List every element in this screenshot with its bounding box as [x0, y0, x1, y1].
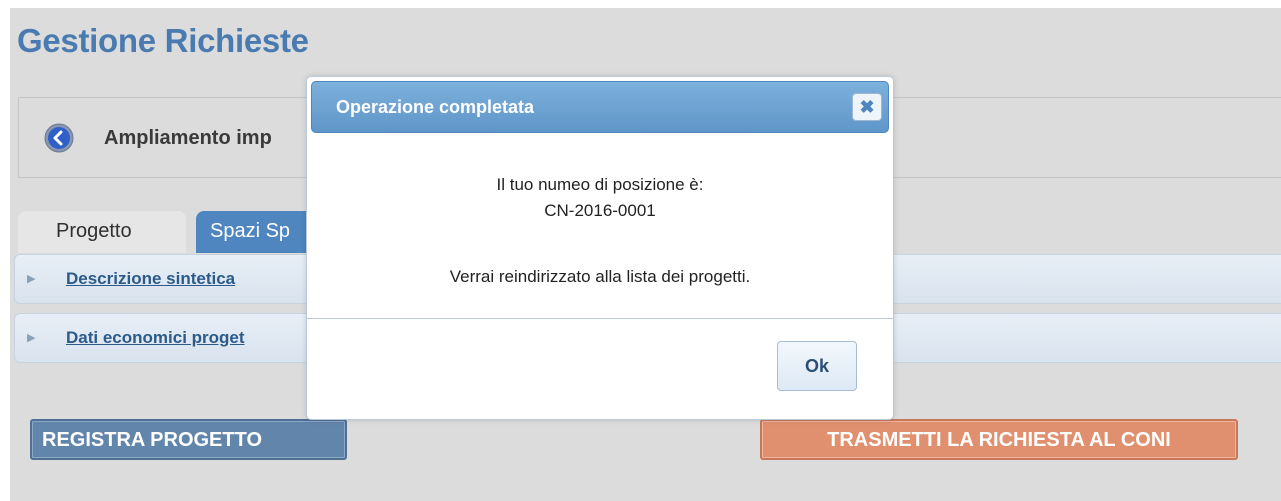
section-link-descrizione[interactable]: Descrizione sintetica	[66, 269, 235, 289]
page-title: Gestione Richieste	[17, 22, 309, 59]
tab-label: Progetto	[56, 220, 132, 242]
dialog-title: Operazione completata	[336, 97, 535, 117]
tab-progetto[interactable]: Progetto	[18, 211, 186, 253]
close-icon[interactable]: ✖	[852, 93, 882, 121]
dialog-titlebar[interactable]: Operazione completata ✖	[311, 81, 889, 133]
confirmation-dialog: Operazione completata ✖ Il tuo numeo di …	[306, 76, 894, 420]
dialog-divider	[307, 318, 893, 319]
trasmetti-richiesta-button[interactable]: TRASMETTI LA RICHIESTA AL CONI	[760, 419, 1238, 460]
redirect-message: Verrai reindirizzato alla lista dei prog…	[449, 267, 751, 286]
triangle-right-icon: ▶	[27, 273, 36, 285]
position-number: CN-2016-0001	[544, 201, 656, 220]
section-link-dati-economici[interactable]: Dati economici proget	[66, 328, 245, 348]
project-name: Ampliamento imp	[104, 127, 272, 149]
registra-progetto-button[interactable]: REGISTRA PROGETTO	[30, 419, 347, 460]
triangle-right-icon: ▶	[27, 332, 36, 344]
tab-label: Spazi Sp	[210, 220, 291, 242]
ok-button[interactable]: Ok	[777, 341, 857, 391]
dialog-message-line: Il tuo numeo di posizione è:	[496, 175, 704, 194]
back-arrow-icon[interactable]	[44, 123, 74, 153]
